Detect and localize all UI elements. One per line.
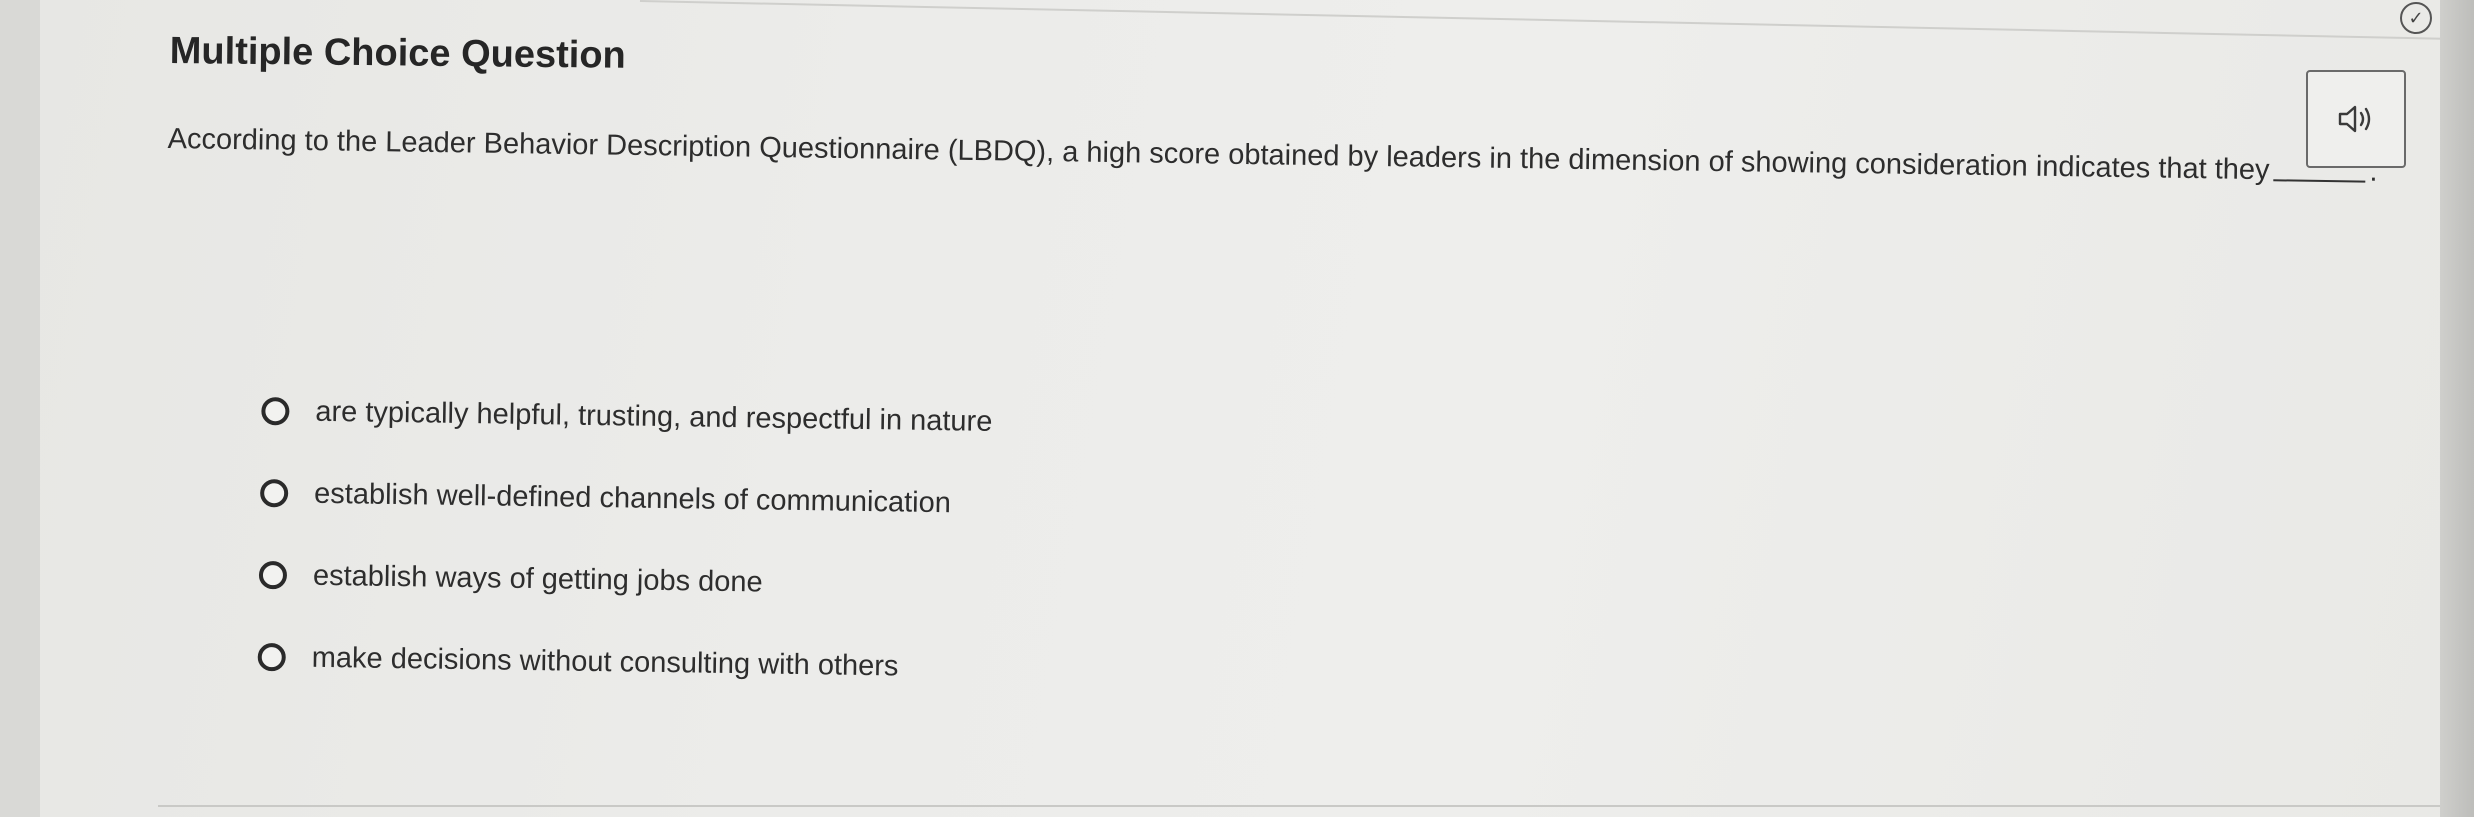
- choice-label: establish ways of getting jobs done: [312, 559, 763, 598]
- choice-label: make decisions without consulting with o…: [311, 641, 899, 682]
- speaker-icon: [2338, 105, 2371, 133]
- screen-edge: [2440, 0, 2474, 817]
- question-title: Multiple Choice Question: [169, 30, 627, 77]
- choice-option-2[interactable]: establish well-defined channels of commu…: [259, 452, 992, 545]
- question-page: Multiple Choice Question ✓ According to …: [40, 0, 2474, 817]
- choice-option-1[interactable]: are typically helpful, trusting, and res…: [261, 370, 993, 463]
- radio-button[interactable]: [259, 478, 289, 508]
- radio-button[interactable]: [258, 560, 288, 590]
- answer-choices: are typically helpful, trusting, and res…: [257, 370, 993, 709]
- prompt-text: According to the Leader Behavior Descrip…: [167, 122, 2270, 187]
- radio-button[interactable]: [261, 396, 290, 426]
- choice-label: establish well-defined channels of commu…: [313, 477, 952, 519]
- bottom-divider: [158, 805, 2458, 807]
- top-divider: [639, 0, 2474, 41]
- answer-blank: [2273, 179, 2366, 183]
- choice-option-3[interactable]: establish ways of getting jobs done: [258, 534, 990, 627]
- choice-label: are typically helpful, trusting, and res…: [315, 395, 993, 438]
- radio-button[interactable]: [257, 642, 286, 672]
- check-circle-icon[interactable]: ✓: [2400, 2, 2432, 34]
- prompt-end: .: [2369, 155, 2378, 188]
- choice-option-4[interactable]: make decisions without consulting with o…: [257, 616, 989, 709]
- question-prompt: According to the Leader Behavior Descrip…: [167, 118, 2387, 193]
